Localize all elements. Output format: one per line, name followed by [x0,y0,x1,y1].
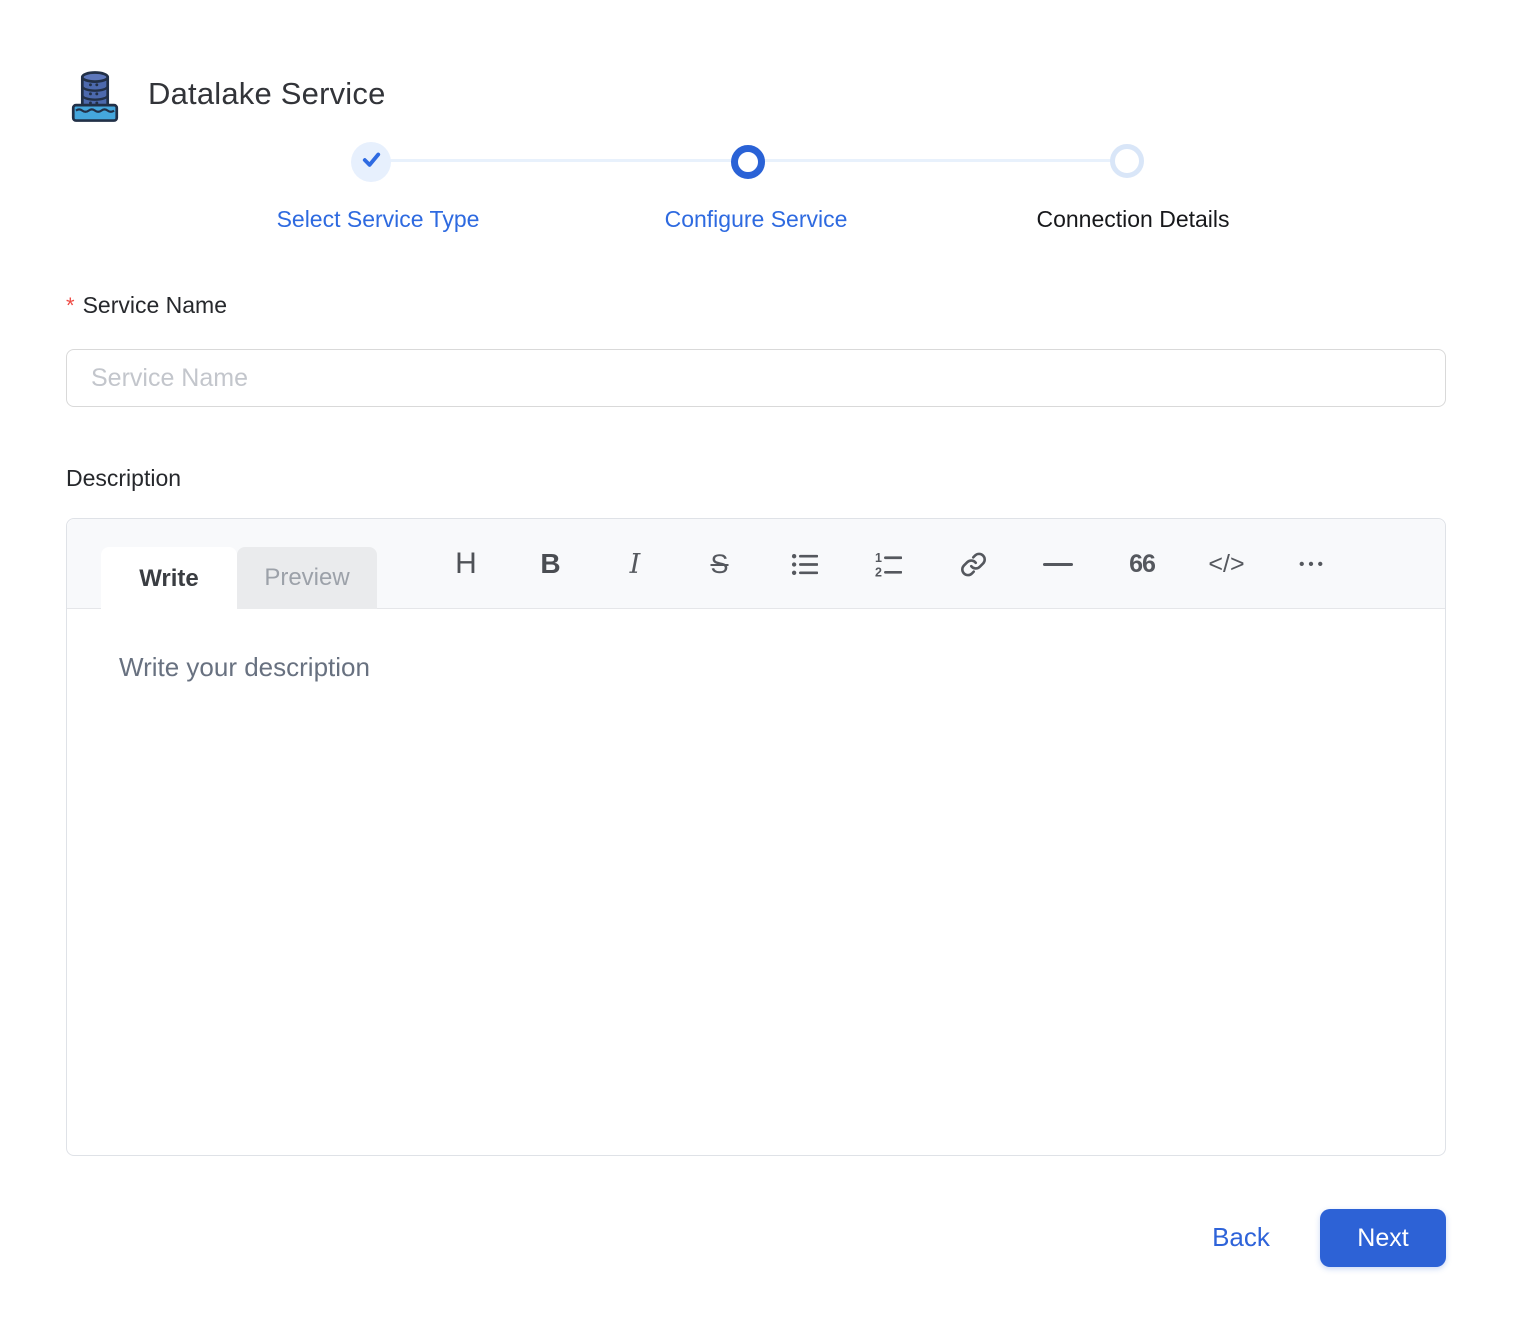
horizontal-rule-icon[interactable] [1038,542,1078,586]
bold-icon[interactable]: B [531,542,571,586]
step-label-connection-details[interactable]: Connection Details [973,206,1293,233]
configure-service-page: Datalake Service Select Service Type Con… [0,0,1516,1334]
step-upcoming-circle [1110,144,1144,178]
code-icon[interactable]: </> [1207,542,1247,586]
service-name-input[interactable] [66,349,1446,407]
next-button[interactable]: Next [1320,1209,1446,1267]
svg-text:2: 2 [875,565,882,578]
description-label: Description [66,465,182,491]
tab-preview[interactable]: Preview [237,547,377,609]
svg-text:1: 1 [875,551,882,565]
step-completed-circle [351,142,391,182]
required-asterisk: * [66,293,75,318]
step-label-select-service-type[interactable]: Select Service Type [218,206,538,233]
quote-icon[interactable]: 66 [1122,542,1162,586]
tab-write[interactable]: Write [101,547,237,610]
description-editor: Write Preview H B I S 1 2 66 </> ••• Wri… [66,518,1446,1156]
service-name-label-text: Service Name [82,292,227,318]
page-title: Datalake Service [148,76,386,111]
unordered-list-icon[interactable] [784,542,824,586]
datalake-icon [66,68,124,126]
strikethrough-icon[interactable]: S [700,542,740,586]
step-label-configure-service[interactable]: Configure Service [596,206,916,233]
link-icon[interactable] [953,542,993,586]
step-active-circle [731,145,765,179]
ordered-list-icon[interactable]: 1 2 [869,542,909,586]
checkmark-icon [360,148,383,176]
back-button[interactable]: Back [1196,1222,1286,1253]
description-textarea[interactable] [67,610,1445,1156]
editor-toolbar-bar: Write Preview H B I S 1 2 66 </> ••• [67,519,1445,610]
more-icon[interactable]: ••• [1291,542,1331,586]
service-name-label: * Service Name [66,292,227,319]
editor-write-area [67,610,1445,1156]
editor-toolbar: H B I S 1 2 66 </> ••• [446,519,1331,609]
italic-icon[interactable]: I [615,542,655,586]
heading-icon[interactable]: H [446,542,486,586]
